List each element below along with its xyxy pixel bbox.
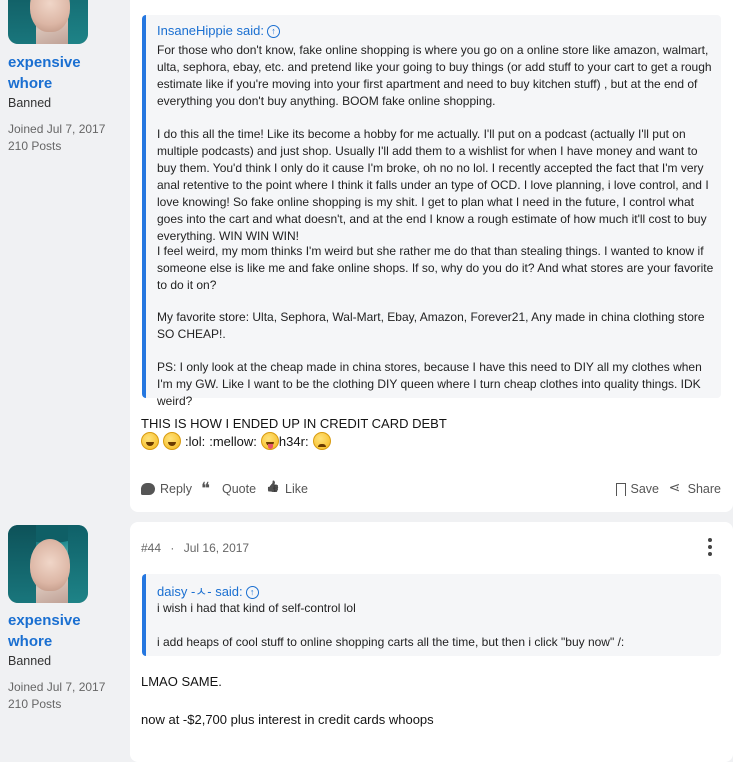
reply-button[interactable]: Reply: [141, 482, 192, 496]
quote-author[interactable]: InsaneHippie said:: [157, 23, 264, 38]
more-options-icon[interactable]: [707, 538, 713, 556]
quote-paragraph: I do this all the time! Like its become …: [157, 127, 709, 243]
quote-block: daisy -ㅅ- said: ↑ i wish i had that kind …: [142, 574, 721, 656]
quote-source[interactable]: daisy -ㅅ- said: ↑: [157, 581, 259, 600]
avatar-face: [30, 539, 70, 591]
save-button[interactable]: Save: [615, 482, 660, 496]
quote-paragraph: PS: I only look at the cheap made in chi…: [157, 360, 702, 408]
username[interactable]: expensive whore: [8, 610, 118, 652]
avatar-hair: [68, 525, 88, 603]
quote-paragraph: My favorite store: Ulta, Sephora, Wal-Ma…: [157, 310, 705, 341]
share-icon: [669, 479, 683, 496]
emoji-row: :lol: :mellow: h34r:: [141, 432, 331, 450]
quote-icon: [201, 479, 217, 499]
quote-button[interactable]: Quote: [201, 479, 257, 499]
post: expensive whore Banned Joined Jul 7, 201…: [0, 0, 733, 512]
avatar[interactable]: [8, 0, 88, 44]
share-button[interactable]: Share: [669, 479, 721, 496]
join-date: Joined Jul 7, 2017: [8, 680, 106, 694]
save-label: Save: [630, 482, 660, 496]
meta-separator: ·: [170, 541, 175, 555]
post: expensive whore Banned Joined Jul 7, 201…: [0, 522, 733, 762]
avatar[interactable]: [8, 525, 88, 603]
post-count: 210 Posts: [8, 697, 62, 711]
join-date: Joined Jul 7, 2017: [8, 122, 106, 136]
post-body: now at -$2,700 plus interest in credit c…: [141, 712, 434, 727]
post-body: THIS IS HOW I ENDED UP IN CREDIT CARD DE…: [141, 416, 447, 431]
post-count: 210 Posts: [8, 139, 62, 153]
post-number[interactable]: #44: [141, 541, 161, 555]
avatar-hair: [68, 0, 88, 44]
username[interactable]: expensive whore: [8, 52, 118, 94]
bookmark-icon: [615, 482, 626, 496]
post-body: LMAO SAME.: [141, 674, 222, 689]
post-meta: #44 · Jul 16, 2017: [141, 541, 249, 555]
emoji-text-lol: :lol:: [185, 433, 206, 449]
quote-label: Quote: [222, 482, 257, 496]
grin-emoji-icon: [141, 432, 159, 450]
emoji-text-h34r: h34r:: [278, 433, 309, 449]
quote-paragraph: i add heaps of cool stuff to online shop…: [157, 635, 625, 649]
like-label: Like: [285, 482, 308, 496]
quote-block: InsaneHippie said: ↑ For those who don't …: [142, 15, 721, 408]
jump-up-icon[interactable]: ↑: [266, 25, 280, 38]
quote-paragraph: For those who don't know, fake online sh…: [157, 43, 712, 108]
post-card: InsaneHippie said: ↑ For those who don't …: [130, 0, 733, 512]
post-actions: Reply Quote Like Save Share: [141, 479, 721, 502]
quote-author[interactable]: daisy -ㅅ- said:: [157, 584, 243, 599]
user-title: Banned: [8, 654, 52, 668]
share-label: Share: [687, 482, 721, 496]
post-card: #44 · Jul 16, 2017 daisy -ㅅ- said: ↑ i wi…: [130, 522, 733, 762]
quote-paragraph: i wish i had that kind of self-control l…: [157, 601, 356, 615]
emoji-text-mellow: :mellow:: [209, 433, 257, 449]
post-date[interactable]: Jul 16, 2017: [184, 541, 249, 555]
reply-icon: [141, 483, 155, 495]
sad-emoji-icon: [312, 432, 331, 450]
tongue-emoji-icon: [260, 432, 279, 450]
user-title: Banned: [8, 96, 52, 110]
smile-emoji-icon: [163, 432, 181, 450]
reply-label: Reply: [160, 482, 192, 496]
quote-paragraph: I feel weird, my mom thinks I'm weird bu…: [157, 244, 714, 292]
avatar-face: [30, 0, 70, 32]
quote-source[interactable]: InsaneHippie said: ↑: [157, 23, 280, 38]
like-button[interactable]: Like: [266, 482, 308, 496]
like-icon: [266, 483, 280, 495]
jump-up-icon[interactable]: ↑: [245, 586, 259, 599]
